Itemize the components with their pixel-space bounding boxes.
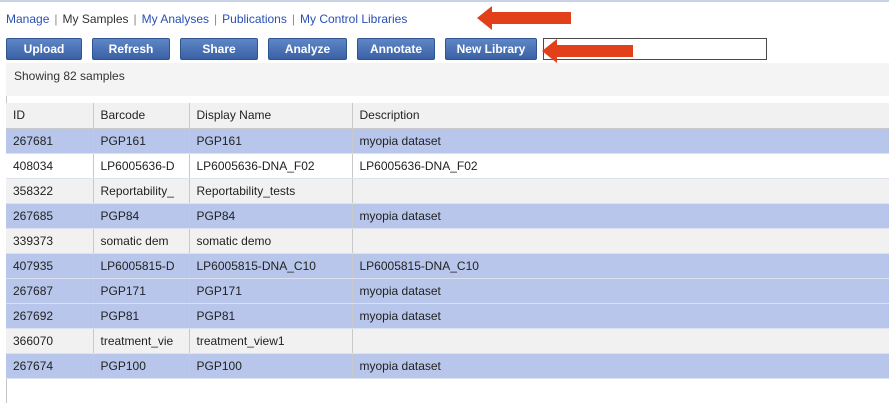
annotation-arrow-toolbar: [542, 39, 633, 63]
cell-display-name: PGP84: [189, 203, 353, 229]
cell-barcode: PGP171: [93, 278, 190, 304]
cell-description: [352, 178, 889, 204]
table-row[interactable]: 267692 PGP81 PGP81 myopia dataset: [6, 303, 889, 329]
cell-description: LP6005815-DNA_C10: [352, 253, 889, 279]
nav-link-publications[interactable]: Publications: [222, 12, 287, 26]
cell-display-name: LP6005636-DNA_F02: [189, 153, 353, 179]
nav-link-my-control-libraries[interactable]: My Control Libraries: [300, 12, 407, 26]
cell-barcode: Reportability_: [93, 178, 190, 204]
cell-id: 267685: [6, 203, 94, 229]
nav-separator: |: [291, 12, 295, 26]
cell-display-name: treatment_view1: [189, 328, 353, 354]
table-row[interactable]: 358322 Reportability_ Reportability_test…: [6, 178, 889, 204]
cell-id: 358322: [6, 178, 94, 204]
cell-display-name: PGP81: [189, 303, 353, 329]
table-header-row: ID Barcode Display Name Description: [6, 103, 889, 129]
samples-table: ID Barcode Display Name Description 2676…: [6, 103, 889, 379]
table-row[interactable]: 407935 LP6005815-D LP6005815-DNA_C10 LP6…: [6, 253, 889, 279]
cell-id: 267687: [6, 278, 94, 304]
nav-link-my-analyses[interactable]: My Analyses: [142, 12, 209, 26]
table-row[interactable]: 267687 PGP171 PGP171 myopia dataset: [6, 278, 889, 304]
annotate-button[interactable]: Annotate: [357, 37, 435, 60]
cell-barcode: LP6005815-D: [93, 253, 190, 279]
cell-display-name: Reportability_tests: [189, 178, 353, 204]
cell-barcode: PGP84: [93, 203, 190, 229]
cell-id: 267692: [6, 303, 94, 329]
sample-count-text: Showing 82 samples: [14, 69, 125, 83]
table-row[interactable]: 267681 PGP161 PGP161 myopia dataset: [6, 128, 889, 154]
cell-barcode: somatic dem: [93, 228, 190, 254]
nav-item-my-samples[interactable]: My Samples: [63, 12, 129, 26]
table-row[interactable]: 267685 PGP84 PGP84 myopia dataset: [6, 203, 889, 229]
table-row[interactable]: 408034 LP6005636-D LP6005636-DNA_F02 LP6…: [6, 153, 889, 179]
table-row[interactable]: 366070 treatment_vie treatment_view1: [6, 328, 889, 354]
cell-display-name: PGP161: [189, 128, 353, 154]
share-button[interactable]: Share: [180, 37, 258, 60]
cell-id: 408034: [6, 153, 94, 179]
refresh-button[interactable]: Refresh: [92, 37, 170, 60]
cell-description: myopia dataset: [352, 303, 889, 329]
cell-description: myopia dataset: [352, 278, 889, 304]
nav-bar: Manage | My Samples | My Analyses | Publ…: [6, 11, 407, 27]
top-border: [0, 0, 889, 2]
column-header-id[interactable]: ID: [6, 103, 94, 129]
cell-barcode: treatment_vie: [93, 328, 190, 354]
column-header-description[interactable]: Description: [352, 103, 889, 129]
column-header-display-name[interactable]: Display Name: [189, 103, 353, 129]
cell-id: 366070: [6, 328, 94, 354]
cell-id: 267681: [6, 128, 94, 154]
toolbar: Upload Refresh Share Analyze Annotate Ne…: [6, 37, 767, 60]
table-row[interactable]: 267674 PGP100 PGP100 myopia dataset: [6, 353, 889, 379]
cell-barcode: PGP100: [93, 353, 190, 379]
cell-display-name: PGP100: [189, 353, 353, 379]
cell-id: 407935: [6, 253, 94, 279]
new-library-button[interactable]: New Library: [445, 37, 537, 60]
nav-separator: |: [133, 12, 137, 26]
status-bar: [6, 63, 889, 96]
cell-description: [352, 228, 889, 254]
cell-barcode: LP6005636-D: [93, 153, 190, 179]
nav-separator: |: [214, 12, 218, 26]
nav-link-manage[interactable]: Manage: [6, 12, 49, 26]
cell-description: myopia dataset: [352, 203, 889, 229]
annotation-arrow-nav: [477, 6, 571, 30]
cell-display-name: LP6005815-DNA_C10: [189, 253, 353, 279]
cell-description: LP6005636-DNA_F02: [352, 153, 889, 179]
table-row[interactable]: 339373 somatic dem somatic demo: [6, 228, 889, 254]
analyze-button[interactable]: Analyze: [268, 37, 347, 60]
cell-barcode: PGP81: [93, 303, 190, 329]
cell-description: myopia dataset: [352, 128, 889, 154]
nav-separator: |: [54, 12, 58, 26]
cell-id: 339373: [6, 228, 94, 254]
cell-description: myopia dataset: [352, 353, 889, 379]
column-header-barcode[interactable]: Barcode: [93, 103, 190, 129]
cell-description: [352, 328, 889, 354]
upload-button[interactable]: Upload: [6, 37, 82, 60]
cell-display-name: PGP171: [189, 278, 353, 304]
cell-display-name: somatic demo: [189, 228, 353, 254]
cell-id: 267674: [6, 353, 94, 379]
cell-barcode: PGP161: [93, 128, 190, 154]
